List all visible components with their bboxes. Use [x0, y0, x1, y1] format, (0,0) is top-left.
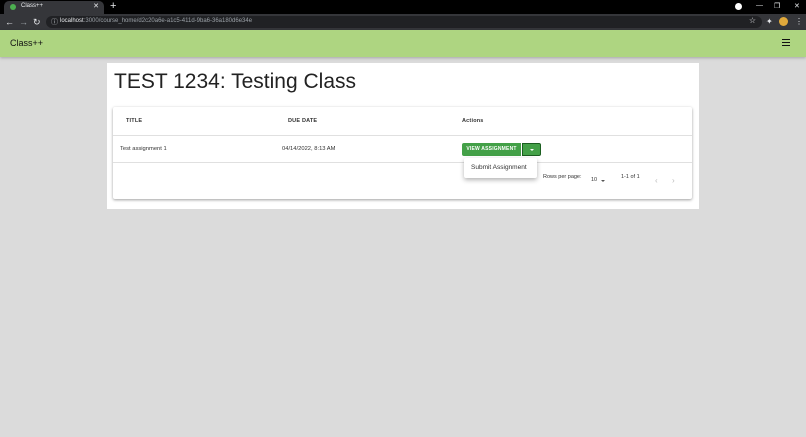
page-title: TEST 1234: Testing Class	[114, 70, 357, 93]
restore-button[interactable]: ❐	[774, 2, 780, 10]
close-window-button[interactable]: ✕	[794, 2, 800, 10]
previous-page-icon[interactable]: ‹	[655, 176, 658, 185]
browser-tab[interactable]: Class++ ✕	[4, 1, 104, 14]
hamburger-menu-icon[interactable]	[782, 39, 790, 46]
minimize-button[interactable]: —	[756, 2, 763, 9]
header-divider	[113, 135, 692, 136]
next-page-icon[interactable]: ›	[672, 176, 675, 185]
column-header-due-date[interactable]: DUE DATE	[288, 118, 317, 124]
app-brand[interactable]: Class++	[10, 38, 43, 48]
browser-menu-icon[interactable]: ⋮	[795, 16, 803, 28]
column-header-title[interactable]: TITLE	[126, 118, 142, 124]
course-panel: TEST 1234: Testing Class TITLE DUE DATE …	[107, 63, 699, 209]
profile-avatar[interactable]	[779, 17, 788, 26]
browser-tab-strip: Class++ ✕ + — ❐ ✕	[0, 0, 806, 14]
caret-down-icon	[530, 149, 534, 151]
url-host: localhost	[60, 18, 84, 24]
url-text: localhost:3000/course_home/d2c20a6e-a1c5…	[60, 18, 252, 24]
reload-icon[interactable]: ↻	[33, 16, 41, 28]
assignment-actions-dropdown-button[interactable]	[522, 143, 541, 156]
assignment-actions-menu: Submit Assignment	[464, 158, 537, 178]
assignments-table: TITLE DUE DATE Actions Test assignment 1…	[113, 107, 692, 199]
bookmark-star-icon[interactable]: ☆	[749, 16, 756, 25]
view-assignment-button[interactable]: VIEW ASSIGNMENT	[462, 143, 521, 156]
due-date-cell: 04/14/2022, 8:13 AM	[282, 146, 336, 152]
record-indicator-icon	[735, 3, 742, 10]
tab-close-icon[interactable]: ✕	[93, 2, 99, 10]
site-info-icon[interactable]: ⓘ	[51, 17, 58, 27]
column-header-actions: Actions	[462, 118, 484, 124]
rows-per-page-label: Rows per page:	[543, 174, 582, 180]
address-bar[interactable]: ⓘ localhost:3000/course_home/d2c20a6e-a1…	[46, 16, 762, 28]
new-tab-button[interactable]: +	[110, 1, 116, 12]
rows-per-page-select[interactable]: 10	[591, 177, 597, 183]
menu-item-submit-assignment[interactable]: Submit Assignment	[471, 164, 527, 171]
pagination-range: 1-1 of 1	[621, 174, 640, 180]
rows-per-page-caret-icon[interactable]	[601, 180, 605, 182]
browser-toolbar: ← → ↻ ⓘ localhost:3000/course_home/d2c20…	[0, 14, 806, 30]
app-bar: Class++	[0, 30, 806, 57]
forward-icon[interactable]: →	[19, 16, 28, 28]
tab-title: Class++	[21, 3, 44, 9]
row-divider	[113, 162, 692, 163]
back-icon[interactable]: ←	[5, 16, 14, 28]
extensions-puzzle-icon[interactable]: ✦	[766, 16, 773, 28]
url-path: :3000/course_home/d2c20a6e-a1c5-411d-9ba…	[83, 18, 253, 24]
assignment-title-cell: Test assignment 1	[120, 146, 167, 152]
favicon-icon	[10, 4, 16, 10]
